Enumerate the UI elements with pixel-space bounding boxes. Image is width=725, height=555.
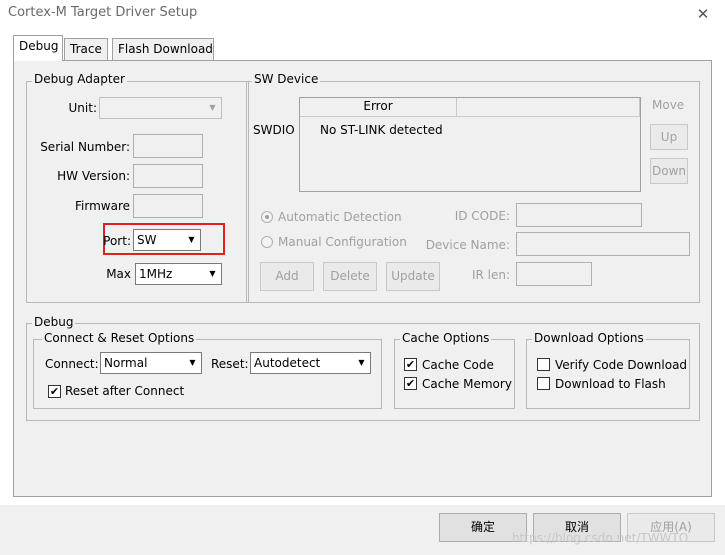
download-to-flash-checkbox[interactable]	[537, 377, 550, 390]
hw-version-label: HW Version:	[57, 169, 130, 183]
move-label: Move	[652, 98, 685, 112]
chevron-down-icon: ▼	[209, 269, 216, 278]
serial-number-field	[133, 134, 203, 158]
debug-tab-panel: Debug Adapter Unit: ▼ Serial Number: HW …	[13, 60, 712, 497]
debug-legend: Debug	[32, 315, 76, 329]
chevron-down-icon: ▼	[209, 103, 216, 112]
cache-code-label: Cache Code	[422, 358, 494, 372]
watermark: https://blog.csdn.net/TWWTO	[512, 531, 689, 545]
hw-version-field	[133, 164, 203, 188]
device-status-message: No ST-LINK detected	[320, 123, 443, 137]
connect-label: Connect:	[45, 357, 99, 371]
connect-select[interactable]: Normal ▼	[100, 352, 202, 374]
chevron-down-icon: ▼	[358, 358, 365, 367]
device-name-label: Device Name:	[425, 238, 510, 252]
chevron-down-icon: ▼	[188, 235, 195, 244]
automatic-detection-radio[interactable]	[261, 211, 273, 223]
unit-label: Unit:	[68, 101, 97, 115]
reset-after-connect-checkbox[interactable]: ✔	[48, 385, 61, 398]
reset-select[interactable]: Autodetect ▼	[250, 352, 371, 374]
verify-code-download-label: Verify Code Download	[555, 358, 688, 372]
automatic-detection-label: Automatic Detection	[278, 210, 402, 224]
unit-select[interactable]: ▼	[99, 97, 222, 119]
firmware-field	[133, 194, 203, 218]
tab-flash-download[interactable]: Flash Download	[112, 38, 214, 61]
id-code-field[interactable]	[516, 203, 642, 227]
connect-reset-legend: Connect & Reset Options	[42, 331, 197, 345]
reset-label: Reset:	[211, 357, 249, 371]
max-clock-select[interactable]: 1MHz ▼	[135, 263, 222, 285]
column-header-blank[interactable]	[457, 98, 640, 117]
cache-options-legend: Cache Options	[400, 331, 492, 345]
serial-number-label: Serial Number:	[40, 140, 130, 154]
move-down-button[interactable]: Down	[650, 158, 688, 184]
reset-after-connect-label: Reset after Connect	[65, 384, 185, 398]
sw-device-list[interactable]: Error No ST-LINK detected	[299, 97, 641, 192]
device-name-field[interactable]	[516, 232, 690, 256]
debug-adapter-legend: Debug Adapter	[32, 72, 127, 86]
cache-code-checkbox[interactable]: ✔	[404, 358, 417, 371]
ir-len-field[interactable]	[516, 262, 592, 286]
cache-options-group	[394, 339, 515, 409]
port-select[interactable]: SW ▼	[133, 229, 201, 251]
download-to-flash-label: Download to Flash	[555, 377, 666, 391]
move-up-button[interactable]: Up	[650, 124, 688, 150]
id-code-label: ID CODE:	[454, 209, 510, 223]
cache-memory-label: Cache Memory	[422, 377, 512, 391]
column-header-error[interactable]: Error	[300, 98, 457, 117]
manual-configuration-label: Manual Configuration	[278, 235, 407, 249]
sw-device-legend: SW Device	[252, 72, 321, 86]
update-button[interactable]: Update	[386, 262, 440, 291]
max-label: Max	[106, 267, 131, 281]
cache-memory-checkbox[interactable]: ✔	[404, 377, 417, 390]
add-button[interactable]: Add	[260, 262, 314, 291]
manual-configuration-radio[interactable]	[261, 236, 273, 248]
download-options-legend: Download Options	[532, 331, 646, 345]
tab-trace[interactable]: Trace	[64, 38, 108, 61]
swdio-label: SWDIO	[253, 123, 295, 137]
download-options-group	[526, 339, 690, 409]
window-title: Cortex-M Target Driver Setup	[8, 5, 198, 20]
close-icon[interactable]: ✕	[693, 4, 713, 24]
delete-button[interactable]: Delete	[323, 262, 377, 291]
port-label: Port:	[103, 234, 131, 248]
ir-len-label: IR len:	[471, 268, 510, 282]
tab-debug[interactable]: Debug	[13, 35, 63, 61]
verify-code-download-checkbox[interactable]	[537, 358, 550, 371]
firmware-label: Firmware	[75, 199, 130, 213]
chevron-down-icon: ▼	[189, 358, 196, 367]
connect-reset-group	[33, 339, 382, 409]
